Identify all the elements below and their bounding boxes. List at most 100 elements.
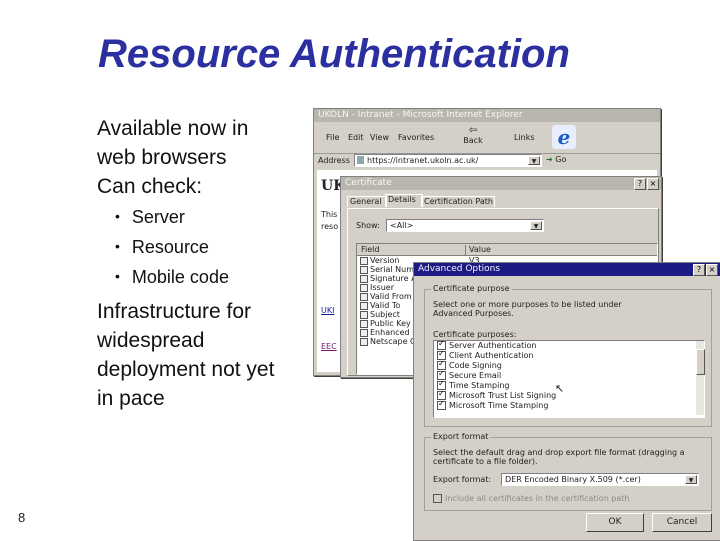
- purpose-label: Time Stamping: [449, 381, 510, 390]
- field-name: Valid To: [370, 301, 401, 310]
- purpose-label: Microsoft Trust List Signing: [449, 391, 557, 400]
- purposes-scrollbar[interactable]: [696, 341, 705, 415]
- field-column-header: Field Value: [357, 244, 657, 256]
- menu-favorites[interactable]: Favorites: [398, 133, 434, 142]
- purpose-item[interactable]: Server Authentication: [434, 339, 704, 351]
- purpose-description: Select one or more purposes to be listed…: [433, 300, 622, 318]
- sub-bullet-list: Server Resource Mobile code: [115, 203, 312, 293]
- export-description: Select the default drag and drop export …: [433, 448, 685, 466]
- cert-field-icon: [360, 302, 368, 310]
- page-link-1[interactable]: UKI: [321, 306, 334, 315]
- help-icon[interactable]: ?: [634, 178, 646, 190]
- purpose-item[interactable]: Microsoft Time Stamping: [434, 399, 704, 411]
- purpose-group-label: Certificate purpose: [431, 284, 512, 293]
- ie-logo-icon: e: [552, 125, 576, 149]
- cancel-button[interactable]: Cancel: [652, 513, 712, 532]
- purposes-label: Certificate purposes:: [433, 330, 517, 339]
- sub-bullet-mobile-code: Mobile code: [115, 263, 312, 293]
- links-label[interactable]: Links: [514, 133, 535, 142]
- tab-certification-path[interactable]: Certification Path: [421, 196, 495, 207]
- slide-body: Available now in web browsers Can check:…: [97, 114, 312, 413]
- field-name: Netscape C: [370, 337, 416, 346]
- include-certs-checkbox[interactable]: Include all certificates in the certific…: [433, 494, 630, 503]
- tab-details[interactable]: Details: [385, 194, 423, 207]
- infra-line-2: widespread: [97, 329, 205, 352]
- close-icon[interactable]: ×: [706, 264, 718, 276]
- sub-bullet-resource: Resource: [115, 233, 312, 263]
- browser-toolbar: File Edit View Favorites ⇦ Back Links e: [314, 123, 660, 154]
- export-groupbox: Export format Select the default drag an…: [424, 432, 712, 511]
- address-input[interactable]: https://intranet.ukoln.ac.uk/ ▼: [354, 154, 542, 167]
- field-name: Enhanced K: [370, 328, 418, 337]
- infra-line-1: Infrastructure for: [97, 300, 252, 323]
- cert-field-icon: [360, 266, 368, 274]
- export-format-select[interactable]: DER Encoded Binary X.509 (*.cer) ▼: [501, 473, 699, 486]
- field-name: Version: [370, 256, 400, 265]
- purpose-rows: Server AuthenticationClient Authenticati…: [434, 339, 704, 411]
- cert-field-icon: [360, 284, 368, 292]
- show-dropdown-icon[interactable]: ▼: [530, 221, 542, 230]
- certificate-titlebar: Certificate ? ×: [341, 177, 661, 190]
- cert-field-icon: [360, 275, 368, 283]
- purpose-groupbox: Certificate purpose Select one or more p…: [424, 284, 712, 427]
- go-label: Go: [555, 155, 567, 164]
- scroll-thumb[interactable]: [696, 349, 705, 375]
- go-button[interactable]: ➔ Go: [546, 155, 566, 164]
- back-button[interactable]: ⇦ Back: [458, 125, 488, 145]
- menu-file[interactable]: File: [326, 133, 339, 142]
- close-icon[interactable]: ×: [647, 178, 659, 190]
- include-certs-box[interactable]: [433, 494, 442, 503]
- intro-line-1: Available now in: [97, 117, 249, 140]
- intro-line-2: web browsers: [97, 146, 227, 169]
- purpose-item[interactable]: Time Stamping: [434, 379, 704, 391]
- purpose-item[interactable]: Microsoft Trust List Signing: [434, 389, 704, 401]
- tab-general[interactable]: General: [347, 196, 387, 207]
- purpose-checkbox[interactable]: [437, 399, 446, 410]
- field-name: Issuer: [370, 283, 394, 292]
- menu-view[interactable]: View: [370, 133, 389, 142]
- advanced-options-dialog: Advanced Options ? × Certificate purpose…: [413, 262, 720, 541]
- page-link-2[interactable]: EEC: [321, 342, 337, 351]
- menu-edit[interactable]: Edit: [348, 133, 364, 142]
- infra-line-4: in pace: [97, 387, 165, 410]
- column-field[interactable]: Field: [361, 245, 379, 254]
- slide-title: Resource Authentication: [98, 32, 570, 76]
- field-name: Valid From: [370, 292, 412, 301]
- purposes-list: Server AuthenticationClient Authenticati…: [433, 339, 705, 418]
- ok-button[interactable]: OK: [586, 513, 644, 532]
- address-dropdown-icon[interactable]: ▼: [528, 156, 540, 165]
- cert-field-icon: [360, 257, 368, 265]
- show-select[interactable]: <All> ▼: [386, 219, 544, 232]
- page-text-1: This: [321, 210, 338, 219]
- export-dropdown-icon[interactable]: ▼: [685, 475, 697, 484]
- infra-line-3: deployment not yet: [97, 358, 275, 381]
- export-group-label: Export format: [431, 432, 491, 441]
- field-name: Subject: [370, 310, 400, 319]
- purpose-label: Code Signing: [449, 361, 502, 370]
- purpose-item[interactable]: Code Signing: [434, 359, 704, 371]
- field-name: Signature Al: [370, 274, 419, 283]
- help-icon[interactable]: ?: [693, 264, 705, 276]
- cert-field-icon: [360, 293, 368, 301]
- address-url: https://intranet.ukoln.ac.uk/: [367, 156, 479, 165]
- advanced-title: Advanced Options: [418, 264, 501, 274]
- purpose-item[interactable]: Client Authentication: [434, 349, 704, 361]
- address-bar: Address https://intranet.ukoln.ac.uk/ ▼ …: [314, 154, 660, 168]
- cert-field-icon: [360, 338, 368, 346]
- can-check-line: Can check:: [97, 175, 203, 198]
- column-value[interactable]: Value: [465, 245, 491, 255]
- purpose-label: Microsoft Time Stamping: [449, 401, 549, 410]
- purpose-label: Server Authentication: [449, 341, 537, 350]
- field-name: Public Key: [370, 319, 411, 328]
- page-text-2: reso: [321, 222, 339, 231]
- cert-field-icon: [360, 320, 368, 328]
- cert-field-icon: [360, 311, 368, 319]
- show-value: <All>: [390, 221, 414, 230]
- include-certs-label: Include all certificates in the certific…: [445, 494, 630, 503]
- show-label: Show:: [356, 221, 380, 230]
- lock-page-icon: [357, 156, 364, 164]
- cert-field-icon: [360, 329, 368, 337]
- purpose-item[interactable]: Secure Email: [434, 369, 704, 381]
- slide-number: 8: [18, 510, 26, 525]
- back-arrow-icon: ⇦: [468, 125, 478, 136]
